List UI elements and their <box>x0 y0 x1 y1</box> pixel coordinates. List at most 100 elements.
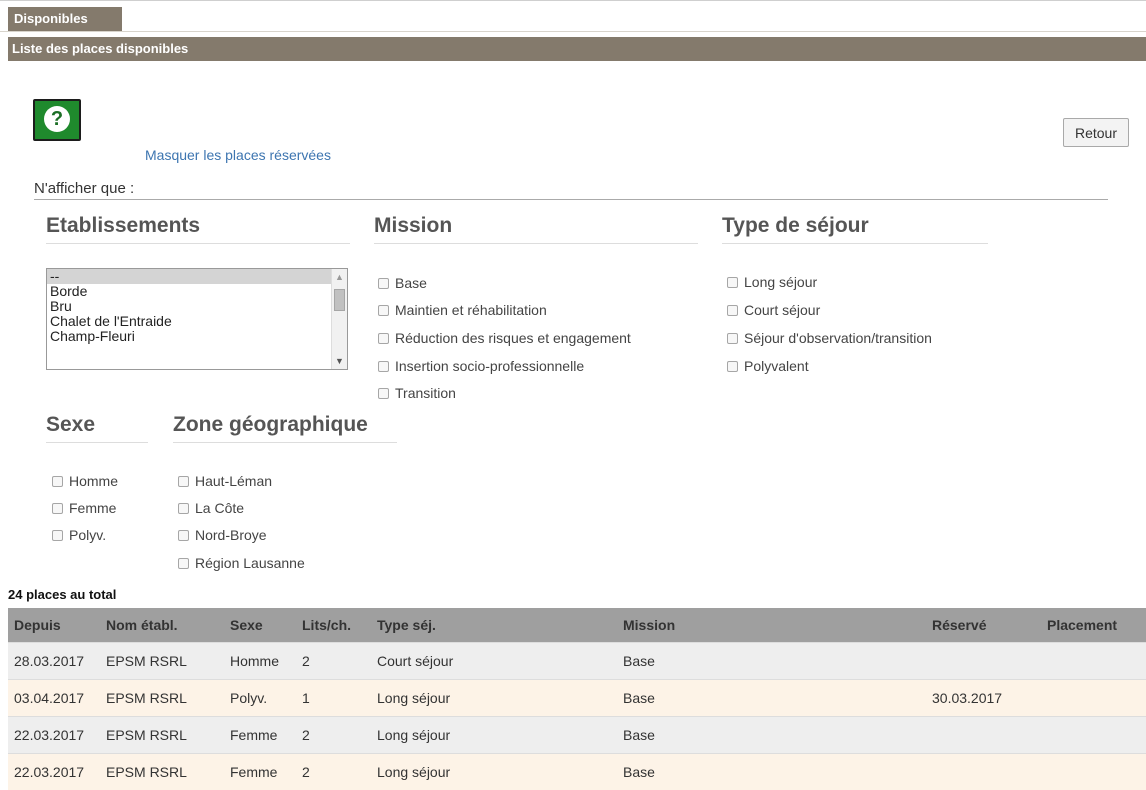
checkbox-label: Séjour d'observation/transition <box>744 330 932 346</box>
checkbox-box[interactable] <box>178 558 189 569</box>
checkbox-label: Base <box>395 275 427 291</box>
listbox-option[interactable]: Champ-Fleuri <box>47 329 347 344</box>
checkbox-label: Nord-Broye <box>195 527 267 543</box>
section-divider <box>46 243 350 244</box>
checkbox-box[interactable] <box>727 333 738 344</box>
tab-divider <box>0 31 1146 32</box>
cell-mission: Base <box>623 717 932 754</box>
cell-mission: Base <box>623 680 932 717</box>
cell-reserve <box>932 643 1047 680</box>
cell-placement <box>1047 643 1146 680</box>
section-title-mission: Mission <box>374 214 452 238</box>
tab-disponibles[interactable]: Disponibles <box>8 7 122 31</box>
section-title-type-sejour: Type de séjour <box>722 214 869 238</box>
checkbox-label: Femme <box>69 500 116 516</box>
section-divider <box>722 243 988 244</box>
checkbox-label: Homme <box>69 473 118 489</box>
cell-placement <box>1047 717 1146 754</box>
section-divider <box>374 243 698 244</box>
zone-checkbox-la-cote[interactable]: La Côte <box>178 500 244 516</box>
cell-type: Long séjour <box>377 680 623 717</box>
cell-placement <box>1047 680 1146 717</box>
page-title: Liste des places disponibles <box>8 37 1146 61</box>
section-title-sexe: Sexe <box>46 413 95 437</box>
tab-bar: Disponibles <box>0 0 1146 38</box>
checkbox-box[interactable] <box>178 530 189 541</box>
mission-checkbox-maintien[interactable]: Maintien et réhabilitation <box>378 302 547 318</box>
mission-checkbox-reduction[interactable]: Réduction des risques et engagement <box>378 330 631 346</box>
table-row: 28.03.2017 EPSM RSRL Homme 2 Court séjou… <box>8 643 1146 680</box>
listbox-scrollbar[interactable]: ▲ ▼ <box>331 269 347 369</box>
listbox-option[interactable]: Borde <box>47 284 347 299</box>
cell-mission: Base <box>623 643 932 680</box>
cell-depuis: 22.03.2017 <box>8 717 106 754</box>
checkbox-box[interactable] <box>378 361 389 372</box>
cell-etablissement-link[interactable]: EPSM RSRL <box>106 643 230 680</box>
listbox-option[interactable]: Bru <box>47 299 347 314</box>
checkbox-box[interactable] <box>727 361 738 372</box>
section-title-etablissements: Etablissements <box>46 214 200 238</box>
sejour-checkbox-long[interactable]: Long séjour <box>727 274 817 290</box>
help-button[interactable]: ? <box>33 99 81 141</box>
column-header-mission[interactable]: Mission <box>623 608 932 643</box>
table-row: 03.04.2017 EPSM RSRL Polyv. 1 Long séjou… <box>8 680 1146 717</box>
checkbox-box[interactable] <box>52 476 63 487</box>
sexe-checkbox-polyv[interactable]: Polyv. <box>52 527 106 543</box>
zone-checkbox-region-lausanne[interactable]: Région Lausanne <box>178 555 305 571</box>
checkbox-box[interactable] <box>178 503 189 514</box>
cell-sexe: Femme <box>230 717 302 754</box>
sejour-checkbox-polyvalent[interactable]: Polyvalent <box>727 358 809 374</box>
sejour-checkbox-court[interactable]: Court séjour <box>727 302 820 318</box>
question-icon: ? <box>44 106 70 132</box>
column-header-type[interactable]: Type séj. <box>377 608 623 643</box>
column-header-sexe[interactable]: Sexe <box>230 608 302 643</box>
filter-divider <box>34 199 1108 200</box>
section-title-zone: Zone géographique <box>173 413 368 437</box>
cell-reserve <box>932 717 1047 754</box>
cell-type: Long séjour <box>377 717 623 754</box>
checkbox-label: Haut-Léman <box>195 473 272 489</box>
cell-lits: 2 <box>302 643 377 680</box>
section-divider <box>46 442 148 443</box>
sejour-checkbox-observation[interactable]: Séjour d'observation/transition <box>727 330 932 346</box>
mission-checkbox-transition[interactable]: Transition <box>378 385 456 401</box>
cell-etablissement-link[interactable]: EPSM RSRL <box>106 717 230 754</box>
listbox-option[interactable]: -- <box>47 269 347 284</box>
checkbox-label: Polyv. <box>69 527 106 543</box>
cell-type: Court séjour <box>377 643 623 680</box>
scroll-up-icon[interactable]: ▲ <box>335 272 344 282</box>
checkbox-box[interactable] <box>378 388 389 399</box>
table-row: 22.03.2017 EPSM RSRL Femme 2 Long séjour… <box>8 717 1146 754</box>
cell-lits: 1 <box>302 680 377 717</box>
checkbox-box[interactable] <box>52 530 63 541</box>
column-header-depuis[interactable]: Depuis <box>8 608 106 643</box>
column-header-lits[interactable]: Lits/ch. <box>302 608 377 643</box>
column-header-placement[interactable]: Placement <box>1047 608 1146 643</box>
checkbox-box[interactable] <box>727 305 738 316</box>
sexe-checkbox-homme[interactable]: Homme <box>52 473 118 489</box>
mission-checkbox-insertion[interactable]: Insertion socio-professionnelle <box>378 358 584 374</box>
cell-etablissement-link[interactable]: EPSM RSRL <box>106 680 230 717</box>
checkbox-box[interactable] <box>178 476 189 487</box>
column-header-reserve[interactable]: Réservé <box>932 608 1047 643</box>
retour-button[interactable]: Retour <box>1063 118 1129 147</box>
mission-checkbox-base[interactable]: Base <box>378 275 427 291</box>
cell-sexe: Homme <box>230 643 302 680</box>
column-header-nom[interactable]: Nom établ. <box>106 608 230 643</box>
checkbox-box[interactable] <box>52 503 63 514</box>
hide-reserved-link[interactable]: Masquer les places réservées <box>145 147 331 163</box>
zone-checkbox-haut-leman[interactable]: Haut-Léman <box>178 473 272 489</box>
checkbox-box[interactable] <box>378 278 389 289</box>
zone-checkbox-nord-broye[interactable]: Nord-Broye <box>178 527 267 543</box>
scroll-down-icon[interactable]: ▼ <box>335 356 344 366</box>
checkbox-box[interactable] <box>378 333 389 344</box>
checkbox-label: Court séjour <box>744 302 820 318</box>
scroll-thumb[interactable] <box>334 289 345 311</box>
listbox-option[interactable]: Chalet de l'Entraide <box>47 314 347 329</box>
etablissements-listbox[interactable]: -- Borde Bru Chalet de l'Entraide Champ-… <box>46 268 348 370</box>
checkbox-label: Long séjour <box>744 274 817 290</box>
cell-lits: 2 <box>302 717 377 754</box>
checkbox-box[interactable] <box>378 305 389 316</box>
checkbox-box[interactable] <box>727 277 738 288</box>
sexe-checkbox-femme[interactable]: Femme <box>52 500 116 516</box>
